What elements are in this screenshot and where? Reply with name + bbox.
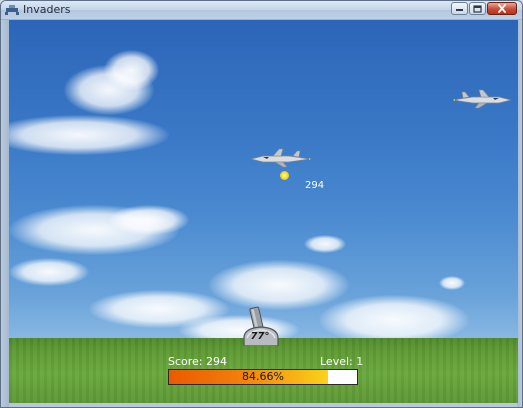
minimize-button[interactable] (451, 2, 468, 15)
close-icon (498, 4, 506, 13)
cloud (439, 276, 465, 290)
progress-percent-text: 84.66% (242, 370, 284, 383)
score-value: 294 (206, 355, 228, 368)
level-progress-bar: 84.66% (168, 369, 358, 385)
maximize-button[interactable] (469, 2, 486, 15)
cloud (209, 260, 349, 310)
window-controls (451, 2, 517, 18)
cannon-angle-readout: 77° (250, 331, 270, 342)
level-label: Level: (320, 355, 353, 368)
cannon-shell (280, 171, 289, 180)
enemy-jet (453, 89, 512, 109)
enemy-jet (250, 148, 311, 168)
cloud (304, 235, 346, 253)
score-label: Score: (168, 355, 203, 368)
invaders-app-icon (5, 5, 19, 15)
window-title: Invaders (23, 3, 71, 16)
game-canvas[interactable]: 294 77° Score: 294 Level: 1 84.66% (9, 20, 518, 403)
close-button[interactable] (487, 2, 517, 15)
title-bar[interactable]: Invaders (1, 1, 522, 20)
hit-points-popup: 294 (305, 180, 325, 191)
window-left-border (1, 20, 9, 407)
cloud (9, 258, 89, 286)
cloud (109, 205, 189, 235)
maximize-icon (473, 4, 482, 13)
cloud (104, 50, 159, 90)
score-display: Score: 294 (168, 355, 227, 368)
level-display: Level: 1 (320, 355, 363, 368)
minimize-icon (456, 9, 463, 11)
level-value: 1 (356, 355, 364, 368)
game-window: Invaders 294 77° Score: 294 Level: 1 84.… (0, 0, 523, 408)
